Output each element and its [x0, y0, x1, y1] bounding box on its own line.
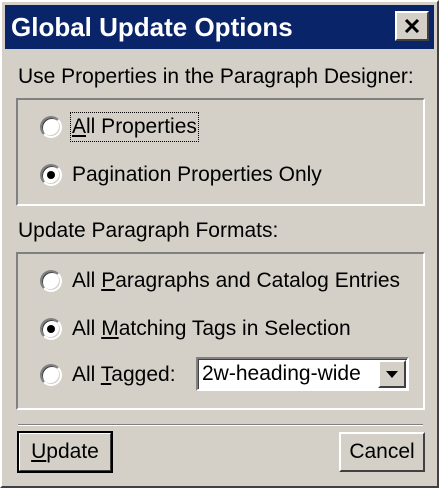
- global-update-options-dialog: Global Update Options Use Properties in …: [0, 0, 439, 488]
- radio-all-paragraphs[interactable]: All Paragraphs and Catalog Entries: [40, 268, 400, 294]
- radio-label-all-paragraphs: All Paragraphs and Catalog Entries: [72, 269, 401, 292]
- update-button-label: pdate: [46, 440, 99, 463]
- close-button[interactable]: [395, 11, 429, 41]
- radio-all-tagged[interactable]: All Tagged:: [40, 362, 176, 388]
- divider: [18, 424, 423, 426]
- update-button-mnemonic: U: [31, 440, 47, 463]
- radio-button[interactable]: [40, 164, 62, 186]
- dropdown-button[interactable]: [378, 360, 406, 388]
- radio-all-properties[interactable]: All Properties: [40, 112, 199, 142]
- tag-select[interactable]: 2w-heading-wide: [196, 357, 409, 391]
- properties-section-label: Use Properties in the Paragraph Designer…: [18, 65, 414, 88]
- radio-label-all-tagged: All Tagged:: [72, 363, 176, 386]
- radio-button[interactable]: [40, 270, 62, 292]
- title-bar: Global Update Options: [5, 5, 434, 49]
- radio-label-matching-tags: All Matching Tags in Selection: [72, 317, 351, 340]
- chevron-down-icon: [386, 370, 398, 378]
- radio-button[interactable]: [40, 318, 62, 340]
- radio-matching-tags[interactable]: All Matching Tags in Selection: [40, 316, 351, 342]
- radio-button[interactable]: [40, 364, 62, 386]
- cancel-button[interactable]: Cancel: [339, 432, 425, 472]
- radio-pagination-only[interactable]: Pagination Properties Only: [40, 162, 322, 188]
- tag-select-value: 2w-heading-wide: [202, 362, 361, 385]
- update-button[interactable]: Update: [17, 431, 113, 473]
- window-title: Global Update Options: [11, 12, 293, 42]
- close-icon: [404, 19, 420, 33]
- formats-section-label: Update Paragraph Formats:: [18, 219, 279, 242]
- radio-button[interactable]: [40, 116, 62, 138]
- radio-label-pagination-only: Pagination Properties Only: [72, 163, 322, 186]
- formats-group: All Paragraphs and Catalog Entries All M…: [16, 252, 425, 410]
- properties-group: All Properties Pagination Properties Onl…: [16, 98, 425, 206]
- radio-label-all-properties: All Properties: [70, 112, 199, 142]
